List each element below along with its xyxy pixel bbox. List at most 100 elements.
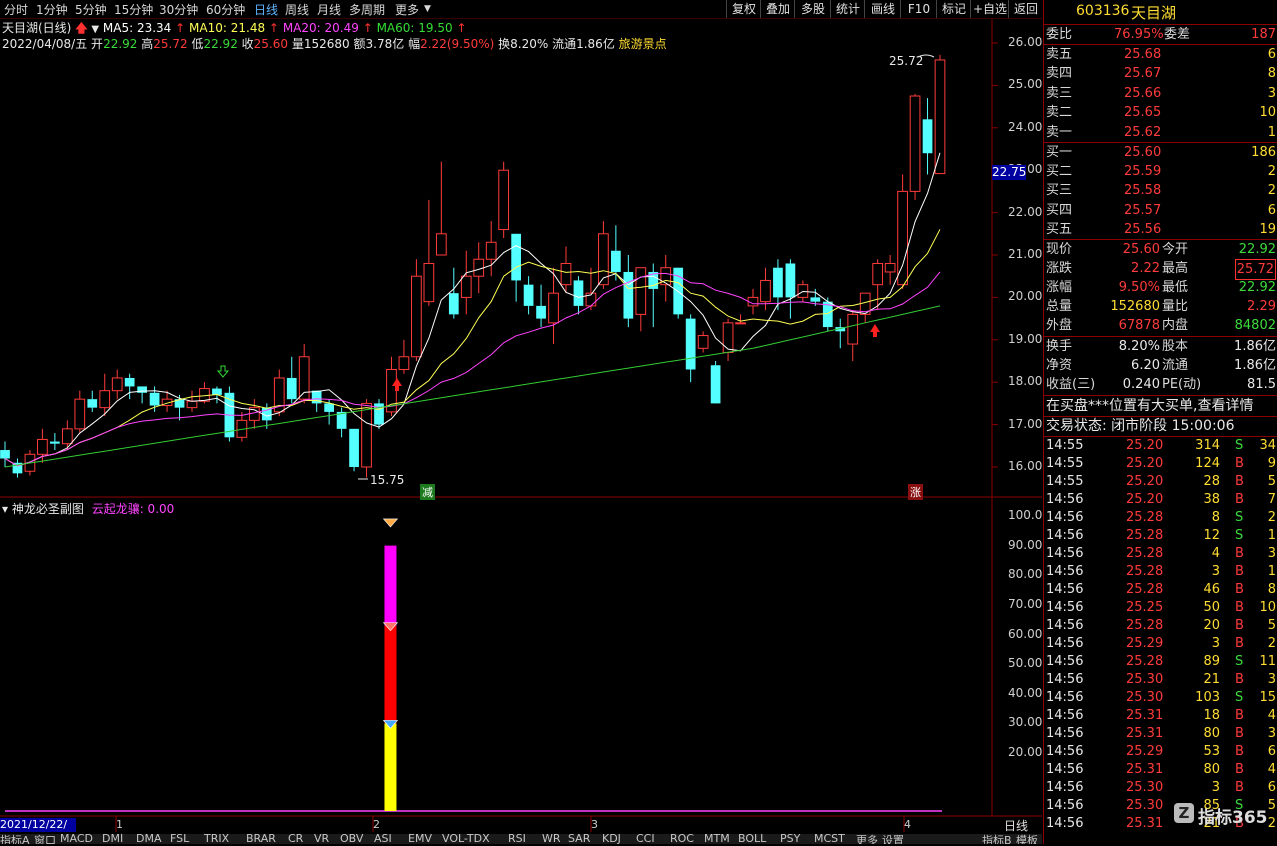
tick-row: 14:55 25.20 124 B 9	[1046, 456, 1276, 471]
tick-row: 14:56 25.28 20 B 5	[1046, 618, 1276, 633]
dropdown-icon[interactable]: ▾	[2, 502, 8, 516]
sell-level-row: 卖二 25.65 10	[1046, 105, 1276, 121]
indicator-tab[interactable]: 窗口	[34, 834, 56, 844]
quote-row: 涨跌 2.22 最高 25.72	[1044, 259, 1277, 280]
indicator-tab[interactable]: SAR	[568, 834, 590, 844]
indicator-tab[interactable]: TRIX	[204, 834, 229, 844]
candle-body	[149, 392, 160, 406]
watermark: Z 指标365	[1174, 799, 1277, 833]
price-tick: 18.00	[1008, 374, 1043, 389]
indicator-tab[interactable]: BOLL	[738, 834, 766, 844]
candle-body	[773, 267, 783, 298]
indicator-tab[interactable]: WR	[542, 834, 561, 844]
x-axis-mark: 1	[116, 818, 123, 831]
indicator-tab[interactable]: ASI	[374, 834, 392, 844]
sell-level-row: 卖五 25.68 6	[1046, 47, 1276, 62]
grid	[0, 19, 1042, 832]
sell-arrow-icon	[216, 365, 230, 378]
indicator-tab[interactable]: 指标A	[0, 834, 30, 844]
sell-level-row: 卖四 25.67 8	[1046, 66, 1276, 82]
tick-row: 14:56 25.28 8 S 2	[1046, 510, 1276, 525]
tick-row: 14:56 25.30 21 B 3	[1046, 672, 1276, 687]
candle-body	[623, 271, 634, 319]
sub-bar-segment	[384, 625, 397, 724]
candle-body	[872, 262, 884, 286]
tick-row: 14:56 25.31 18 B 4	[1046, 708, 1276, 723]
stock-code: 603136	[1076, 3, 1130, 19]
tick-row: 14:56 25.28 89 S 11	[1046, 654, 1276, 669]
tick-row: 14:56 25.30 103 S 15	[1046, 690, 1276, 705]
indicator-tab[interactable]: RSI	[508, 834, 526, 844]
tick-row: 14:56 25.28 4 B 3	[1046, 546, 1276, 561]
tick-row: 14:56 25.29 3 B 2	[1046, 636, 1276, 651]
sub-axis-tick: 20.00	[1008, 745, 1043, 759]
quote-row: 收益(三) 0.240 PE(动) 81.5	[1046, 377, 1276, 392]
cursor-price-tag: 22.75	[992, 165, 1027, 180]
indicator-tab[interactable]: 更多	[856, 834, 878, 844]
price-tick: 21.00	[1008, 247, 1043, 261]
ma5-line	[4, 152, 941, 467]
kline-chart[interactable]	[0, 0, 1042, 834]
indicator-tab[interactable]: FSL	[170, 834, 189, 844]
indicator-tab[interactable]: CCI	[636, 834, 655, 844]
price-tick: 22.00	[1008, 204, 1043, 219]
indicator-tab[interactable]: 设置	[882, 834, 904, 844]
indicator-tab[interactable]: VOL-TDX	[442, 834, 490, 844]
indicator-tab[interactable]: OBV	[340, 834, 363, 844]
sub-bar-segment	[384, 545, 397, 626]
ma10-line	[4, 229, 941, 467]
sell-level-row: 卖一 25.62 1	[1046, 124, 1276, 140]
indicator-tab[interactable]: EMV	[408, 834, 432, 844]
sub-axis-tick: 80.00	[1008, 567, 1043, 582]
sub-axis-tick: 70.00	[1008, 596, 1043, 611]
indicator-tab[interactable]: DMI	[102, 834, 123, 844]
sub-axis-tick: 40.00	[1008, 685, 1043, 700]
candle-body	[697, 335, 709, 349]
candle-body	[710, 365, 721, 404]
sub-axis-tick: 50.00	[1008, 656, 1043, 671]
quote-row: 换手 8.20% 股本 1.86亿	[1046, 339, 1276, 354]
indicator-tab[interactable]: KDJ	[602, 834, 621, 844]
candle-body	[847, 313, 859, 345]
indicator-tab[interactable]: VR	[314, 834, 329, 844]
candles	[0, 54, 946, 478]
indicator-tab[interactable]: DMA	[136, 834, 162, 844]
candle-body	[884, 262, 896, 273]
candle-body	[573, 280, 584, 306]
candle-body	[361, 402, 372, 468]
sell-level-row: 卖三 25.66 3	[1046, 85, 1276, 101]
candle-body	[411, 275, 422, 358]
candle-body	[448, 293, 459, 315]
sub-chart-title: 神龙必圣副图	[11, 502, 84, 516]
candle-body	[635, 267, 647, 315]
x-axis-mark: 2	[373, 818, 380, 831]
tick-row: 14:56 25.28 12 S 1	[1046, 528, 1276, 543]
indicator-tab[interactable]: PSY	[780, 834, 800, 844]
indicator-tab[interactable]: ROC	[670, 834, 694, 844]
sub-chart	[5, 518, 942, 812]
candle-body	[897, 190, 908, 286]
indicator-tab[interactable]: MACD	[60, 834, 93, 844]
candle-body	[922, 119, 933, 154]
price-tick: 17.00	[1008, 416, 1043, 431]
indicator-tab[interactable]: MTM	[704, 834, 730, 844]
indicator-tab[interactable]: CR	[288, 834, 303, 844]
indicator-tab[interactable]: MCST	[814, 834, 845, 844]
tick-row: 14:56 25.31 80 B 4	[1046, 762, 1276, 777]
candle-body	[74, 398, 86, 430]
period-label[interactable]: 日线	[1004, 817, 1028, 834]
zhang-signal: 涨	[908, 484, 923, 500]
quote-row: 总量 152680 量比 2.29	[1046, 299, 1276, 314]
indicator-tab[interactable]: BRAR	[246, 834, 276, 844]
indicator-tab[interactable]: 模板	[1016, 834, 1038, 844]
tick-row: 14:55 25.20 28 B 5	[1046, 474, 1276, 489]
candle-body	[735, 322, 746, 325]
x-axis-start-date: 2021/12/22/三	[0, 818, 76, 845]
price-tick: 20.00	[1008, 289, 1043, 304]
candle-body	[511, 233, 521, 281]
big-order-notice[interactable]: 在买盘***位置有大买单,查看详情	[1044, 397, 1277, 416]
candle-body	[186, 400, 198, 409]
logo-icon: Z	[1174, 803, 1194, 823]
indicator-tab[interactable]: 指标B	[982, 834, 1012, 844]
candle-body	[485, 241, 497, 260]
